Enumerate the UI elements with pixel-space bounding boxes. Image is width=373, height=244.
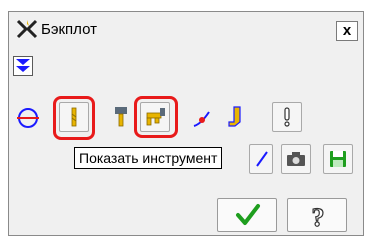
help-button[interactable]: ? xyxy=(287,198,347,232)
checkmark-icon xyxy=(236,204,260,225)
show-holder-icon xyxy=(115,107,127,127)
info-button[interactable] xyxy=(272,102,302,132)
help-label: ? xyxy=(312,203,325,229)
highlight-tool-assembly xyxy=(134,96,178,138)
toolpath-point-icon xyxy=(193,111,210,127)
backplot-dialog: Бэкплот x Показать инструмент ? xyxy=(8,11,364,236)
close-button[interactable]: x xyxy=(336,21,358,41)
circle-section-icon xyxy=(17,108,39,128)
camera-icon xyxy=(287,152,305,166)
tooltip-show-tool: Показать инструмент xyxy=(74,147,223,169)
tool-shape-button[interactable] xyxy=(221,102,251,132)
title-bar[interactable]: Бэкплот x xyxy=(9,12,363,48)
ok-button[interactable] xyxy=(217,198,277,232)
window-title: Бэкплот xyxy=(41,21,97,38)
save-icon xyxy=(330,151,346,167)
save-button[interactable] xyxy=(323,144,353,174)
circle-section-button[interactable] xyxy=(12,102,42,132)
show-holder-button[interactable] xyxy=(106,102,136,132)
app-logo-icon xyxy=(16,19,38,39)
double-chevron-down-icon xyxy=(16,59,30,72)
camera-button[interactable] xyxy=(281,144,311,174)
toolpath-partial-icon xyxy=(256,151,268,167)
toolpath-point-button[interactable] xyxy=(187,102,217,132)
question-icon: ? xyxy=(311,203,325,229)
info-exclamation-icon xyxy=(284,107,290,127)
highlight-show-tool xyxy=(53,96,95,140)
tool-shape-icon xyxy=(228,106,241,127)
hidden-tool-button[interactable] xyxy=(249,144,273,174)
collapse-button[interactable] xyxy=(13,56,33,76)
